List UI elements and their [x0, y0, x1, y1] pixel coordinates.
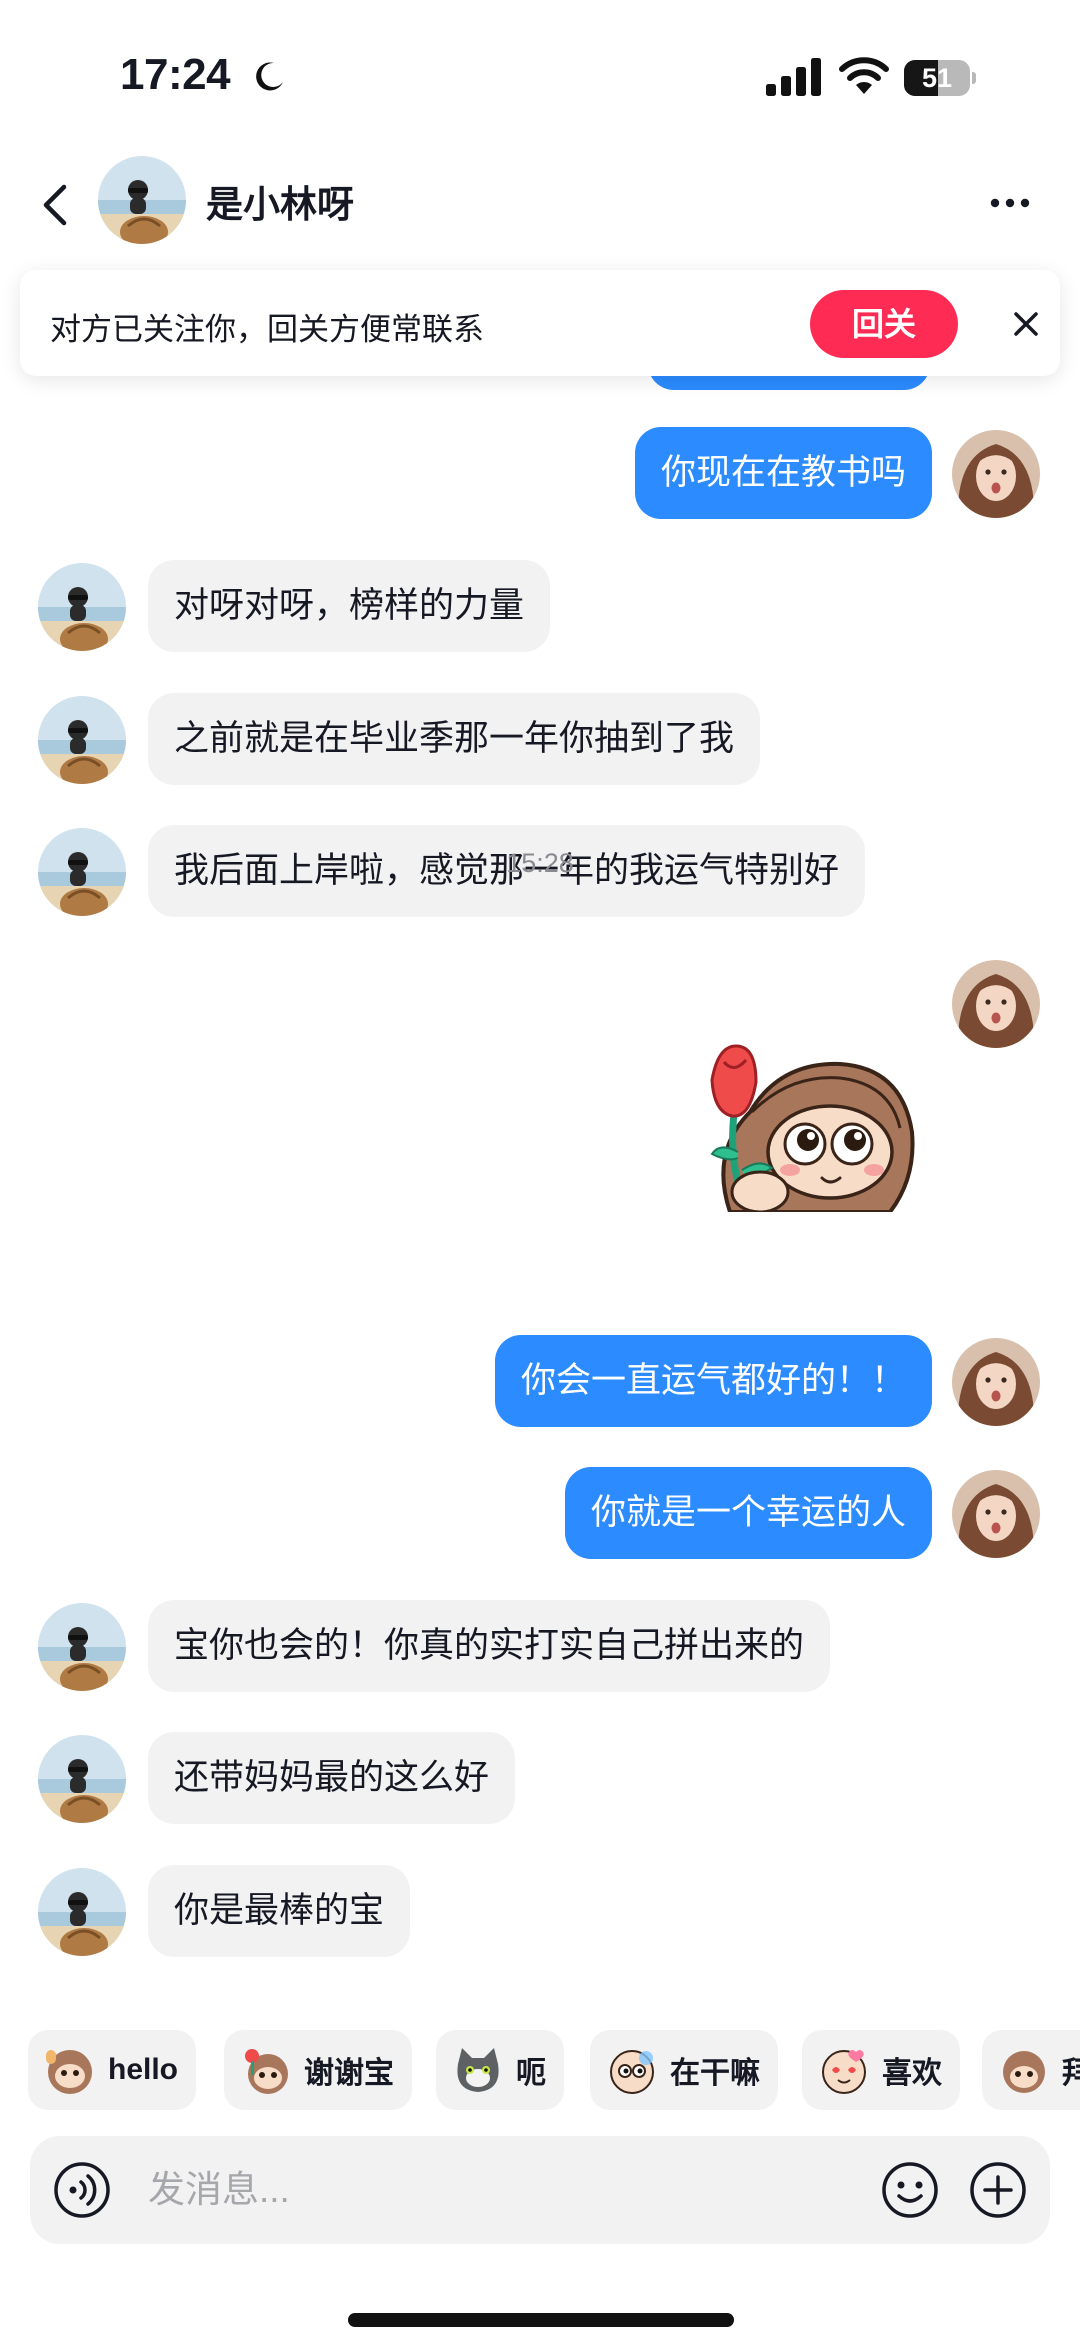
close-icon[interactable] [1008, 306, 1044, 342]
message-input[interactable] [148, 2160, 828, 2220]
follow-banner-text: 对方已关注你，回关方便常联系 [50, 312, 484, 347]
my-avatar[interactable] [952, 1470, 1040, 1558]
signal-icon [766, 58, 821, 96]
battery-percent: 51 [921, 63, 953, 93]
chat-header: 是小林呀 [0, 150, 1080, 260]
quick-reply-label: 拜 [1062, 2057, 1080, 2090]
quick-reply-chip[interactable]: 喜欢 [802, 2030, 960, 2110]
monkey-holding-rose-sticker[interactable] [690, 1002, 930, 1212]
wifi-icon [839, 57, 889, 94]
follow-back-button[interactable]: 回关 [810, 290, 958, 358]
status-time: 17:24 [120, 50, 231, 99]
message-bubble[interactable]: 之前就是在毕业季那一年你抽到了我 [148, 693, 761, 785]
plus-icon[interactable] [968, 2160, 1028, 2220]
time-divider: 15:28 [506, 848, 574, 878]
contact-avatar[interactable] [38, 696, 126, 784]
quick-reply-chip[interactable]: 拜 [982, 2030, 1080, 2110]
heart-face-icon [822, 2050, 866, 2094]
contact-avatar[interactable] [38, 1868, 126, 1956]
quick-reply-label: 谢谢宝 [304, 2057, 394, 2090]
monkey-bye-icon [1003, 2051, 1045, 2093]
quick-reply-label: 喜欢 [882, 2057, 942, 2090]
status-bar: 17:24 51 [0, 0, 1080, 150]
contact-avatar[interactable] [38, 563, 126, 651]
contact-avatar[interactable] [38, 1735, 126, 1823]
my-avatar[interactable] [952, 430, 1040, 518]
emoji-icon[interactable] [880, 2160, 940, 2220]
quick-reply-label: 在干嘛 [670, 2057, 760, 2090]
quick-reply-label: 呃 [516, 2057, 546, 2090]
message-input-bar [30, 2136, 1050, 2244]
home-indicator[interactable] [348, 2313, 734, 2327]
back-arrow-icon[interactable] [36, 177, 72, 233]
voice-icon[interactable] [52, 2160, 112, 2220]
peek-face-icon [610, 2050, 654, 2094]
message-bubble[interactable]: 你就是一个幸运的人 [564, 1467, 932, 1559]
chat-screen: 17:24 51 是小林呀 对方已关注你，回关方便常联系 回关 你现在在教书吗 … [0, 0, 1080, 2347]
monkey-rose-icon [245, 2049, 288, 2094]
message-bubble[interactable]: 你会一直运气都好的！！ [494, 1335, 932, 1427]
more-options-icon[interactable] [990, 197, 1030, 209]
my-avatar[interactable] [952, 960, 1040, 1048]
contact-avatar[interactable] [98, 156, 186, 244]
message-bubble[interactable]: 你现在在教书吗 [634, 427, 932, 519]
battery-indicator: 51 [904, 60, 976, 96]
follow-back-banner: 对方已关注你，回关方便常联系 回关 [20, 270, 1060, 376]
message-bubble[interactable]: 你是最棒的宝 [148, 1865, 411, 1957]
quick-reply-chip[interactable]: 谢谢宝 [224, 2030, 412, 2110]
quick-reply-label: hello [108, 2053, 179, 2086]
cat-icon [457, 2048, 499, 2092]
message-bubble[interactable]: 对呀对呀，榜样的力量 [148, 560, 551, 652]
contact-name[interactable]: 是小林呀 [206, 174, 354, 228]
monkey-hello-icon [46, 2050, 92, 2094]
message-list[interactable]: 你现在在教书吗 对呀对呀，榜样的力量 之前就是在毕业季那一年你抽到了我 我后面上… [0, 260, 1080, 2010]
my-avatar[interactable] [952, 1338, 1040, 1426]
message-bubble[interactable]: 宝你也会的！你真的实打实自己拼出来的 [148, 1600, 831, 1692]
message-bubble[interactable]: 还带妈妈最的这么好 [148, 1732, 516, 1824]
quick-reply-chip[interactable]: hello [28, 2030, 197, 2110]
contact-avatar[interactable] [38, 1603, 126, 1691]
moon-icon [256, 62, 283, 91]
quick-reply-chip[interactable]: 在干嘛 [590, 2030, 778, 2110]
quick-reply-chip[interactable]: 呃 [436, 2030, 564, 2110]
